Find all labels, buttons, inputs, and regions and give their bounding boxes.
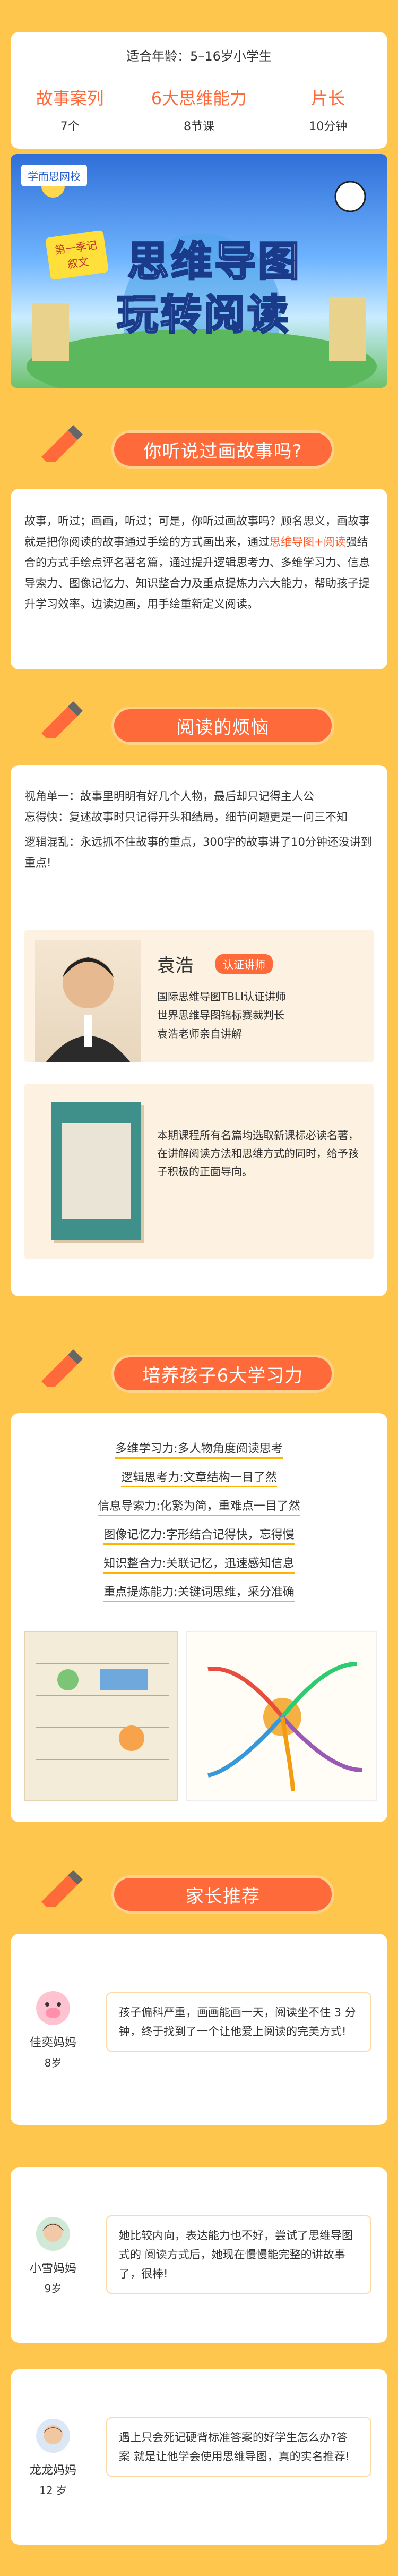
ability-text: 图像记忆力:字形结合记得快，忘得慢 [103,1525,295,1545]
review-text: 遇上只会死记硬背标准答案的好学生怎么办?答案 就是让他学会使用思维导图，真的实名… [106,2417,371,2477]
stat-abilities: 6大思维能力 8节课 [135,85,263,134]
teacher-card: 袁浩 认证讲师 国际思维导图TBLI认证讲师 世界思维导图锦标赛裁判长 袁浩老师… [24,930,374,1062]
stat-value: 7个 [60,120,80,133]
stat-duration: 片长 10分钟 [275,85,381,134]
section-title: 家长推荐 [111,1875,334,1914]
book-cover [51,1102,141,1240]
ability-text: 多维学习力:多人物角度阅读思考 [115,1439,283,1459]
book-card: 本期课程所有名篇均选取新课标必读名著，在讲解阅读方法和思维方式的同时，给予孩子积… [24,1084,374,1259]
review-card: 小雪妈妈 9岁 她比较内向，表达能力也不好，尝试了思维导图式的 阅读方式后，她现… [11,2167,387,2343]
section-title: 培养孩子6大学习力 [111,1355,334,1393]
intro-paragraph: 故事，听过；画画，听过；可是，你听过画故事吗？顾名思义，画故事就是把你阅读的故事… [24,511,374,615]
stat-title: 故事案列 [36,88,104,108]
abilities-card: 多维学习力:多人物角度阅读思考 逻辑思考力:文章结构一目了然 信息导索力:化繁为… [11,1413,387,1822]
pencil-icon [41,1870,83,1907]
reviewer-child-age: 8岁 [44,2056,62,2069]
season-badge: 第一季记叙文 [45,229,109,280]
teacher-line: 国际思维导图TBLI认证讲师 [157,990,286,1003]
ability-item: 多维学习力:多人物角度阅读思考 [11,1434,387,1463]
teacher-line: 袁浩老师亲自讲解 [157,1027,242,1040]
banner-title-line2: 玩转阅读 [116,291,291,340]
banner-title-line1: 思维导图 [126,237,302,287]
ability-text: 逻辑思考力:文章结构一目了然 [121,1468,277,1487]
section-heading-troubles: 阅读的烦恼 [0,701,398,754]
review-text: 她比较内向，表达能力也不好，尝试了思维导图式的 阅读方式后，她现在慢慢能完整的讲… [106,2215,371,2294]
course-banner: 学而思网校 第一季记叙文 思维导图 玩转阅读 [11,154,387,388]
stats-row: 故事案列 7个 6大思维能力 8节课 片长 10分钟 [11,85,387,134]
age-label: 适合年龄：5–16岁小学生 [126,49,272,64]
reviewer: 佳奕妈妈 8岁 [11,1934,96,2125]
reviewer: 龙龙妈妈 12 岁 [11,2369,96,2545]
reviewer-child-age: 9岁 [44,2282,62,2295]
brand-logo: 学而思网校 [21,165,87,186]
story-intro-card: 故事，听过；画画，听过；可是，你听过画故事吗？顾名思义，画故事就是把你阅读的故事… [11,489,387,669]
troubles-card: 视角单一：故事里明明有好几个人物，最后却只记得主人公 忘得快：复述故事时只记得开… [11,765,387,1296]
reviewer-name: 小雪妈妈 [29,2262,76,2275]
trouble-item: 逻辑混乱：永远抓不住故事的重点，300字的故事讲了10分钟还没讲到重点! [24,836,372,869]
teacher-avatar-icon [46,957,131,1062]
review-text: 孩子偏科严重，画画能画一天，阅读坐不住 3 分钟，终于找到了一个让他爱上阅读的完… [106,1992,371,2052]
section-title: 你听说过画故事吗? [111,430,334,469]
pencil-icon [41,701,83,738]
trouble-item: 忘得快：复述故事时只记得开头和结局，细节问题更是一问三不知 [24,811,348,823]
pig-avatar-icon [36,1991,70,2025]
teacher-photo [35,940,141,1062]
section-title: 阅读的烦恼 [111,707,334,745]
teacher-name: 袁浩 [157,955,193,976]
reviewer-name: 龙龙妈妈 [29,2463,76,2477]
teacher-badge: 认证讲师 [215,954,273,974]
ability-item: 图像记忆力:字形结合记得快，忘得慢 [11,1520,387,1549]
section-heading-reviews: 家长推荐 [0,1870,398,1923]
pencil-icon [41,425,83,462]
reviewer-child-age: 12 岁 [39,2484,67,2497]
stat-case-count: 故事案列 7个 [17,85,123,134]
stat-value: 8节课 [183,120,214,133]
pencil-icon [41,1349,83,1387]
review-card: 龙龙妈妈 12 岁 遇上只会死记硬背标准答案的好学生怎么办?答案 就是让他学会使… [11,2369,387,2545]
stat-title: 6大思维能力 [151,88,247,108]
reviewer: 小雪妈妈 9岁 [11,2167,96,2343]
ability-text: 重点提炼能力:关键词思维，采分准确 [103,1583,295,1602]
section-heading-story: 你听说过画故事吗? [0,425,398,478]
teacher-line: 世界思维导图锦标赛裁判长 [157,1009,284,1022]
book-description: 本期课程所有名篇均选取新课标必读名著，在讲解阅读方法和思维方式的同时，给予孩子积… [157,1129,359,1178]
intro-highlight: 思维导图+阅读 [270,535,346,548]
section-heading-abilities: 培养孩子6大学习力 [0,1349,398,1402]
trouble-item: 视角单一：故事里明明有好几个人物，最后却只记得主人公 [24,790,314,803]
mindmap-drawing-image [186,1631,377,1801]
boy-avatar-icon [36,2418,70,2453]
ability-item: 知识整合力:关联记忆，迅速感知信息 [11,1549,387,1578]
mindmap-notebook-image [24,1631,178,1801]
ability-item: 信息导索力:化繁为简，重难点一目了然 [11,1492,387,1520]
ability-text: 信息导索力:化繁为简，重难点一目了然 [98,1497,300,1516]
ability-text: 知识整合力:关联记忆，迅速感知信息 [103,1554,295,1574]
info-card: 适合年龄：5–16岁小学生 故事案列 7个 6大思维能力 8节课 片长 10分钟 [11,32,387,149]
stat-title: 片长 [311,88,345,108]
ability-item: 重点提炼能力:关键词思维，采分准确 [11,1578,387,1606]
review-card: 佳奕妈妈 8岁 孩子偏科严重，画画能画一天，阅读坐不住 3 分钟，终于找到了一个… [11,1934,387,2125]
stat-value: 10分钟 [309,120,348,133]
girl-avatar-icon [36,2216,70,2251]
reviewer-name: 佳奕妈妈 [29,2036,76,2050]
ability-item: 逻辑思考力:文章结构一目了然 [11,1463,387,1492]
